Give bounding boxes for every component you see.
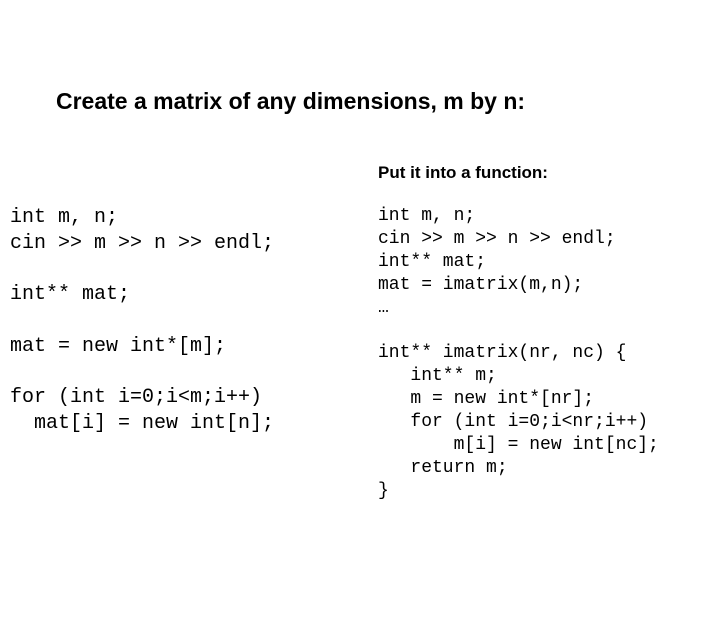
code-left-block-3: mat = new int*[m]; (10, 334, 360, 360)
code-left-block-4: for (int i=0;i<m;i++) mat[i] = new int[n… (10, 385, 360, 436)
code-left-block-1: int m, n; cin >> m >> n >> endl; (10, 205, 360, 256)
left-column: int m, n; cin >> m >> n >> endl; int** m… (0, 205, 360, 503)
right-column: int m, n; cin >> m >> n >> endl; int** m… (360, 205, 720, 503)
content-columns: int m, n; cin >> m >> n >> endl; int** m… (0, 205, 720, 503)
slide-subtitle: Put it into a function: (378, 163, 720, 183)
code-right-block-1: int m, n; cin >> m >> n >> endl; int** m… (378, 205, 720, 320)
code-left-block-2: int** mat; (10, 282, 360, 308)
slide-title: Create a matrix of any dimensions, m by … (56, 88, 720, 115)
code-right-block-2: int** imatrix(nr, nc) { int** m; m = new… (378, 342, 720, 503)
